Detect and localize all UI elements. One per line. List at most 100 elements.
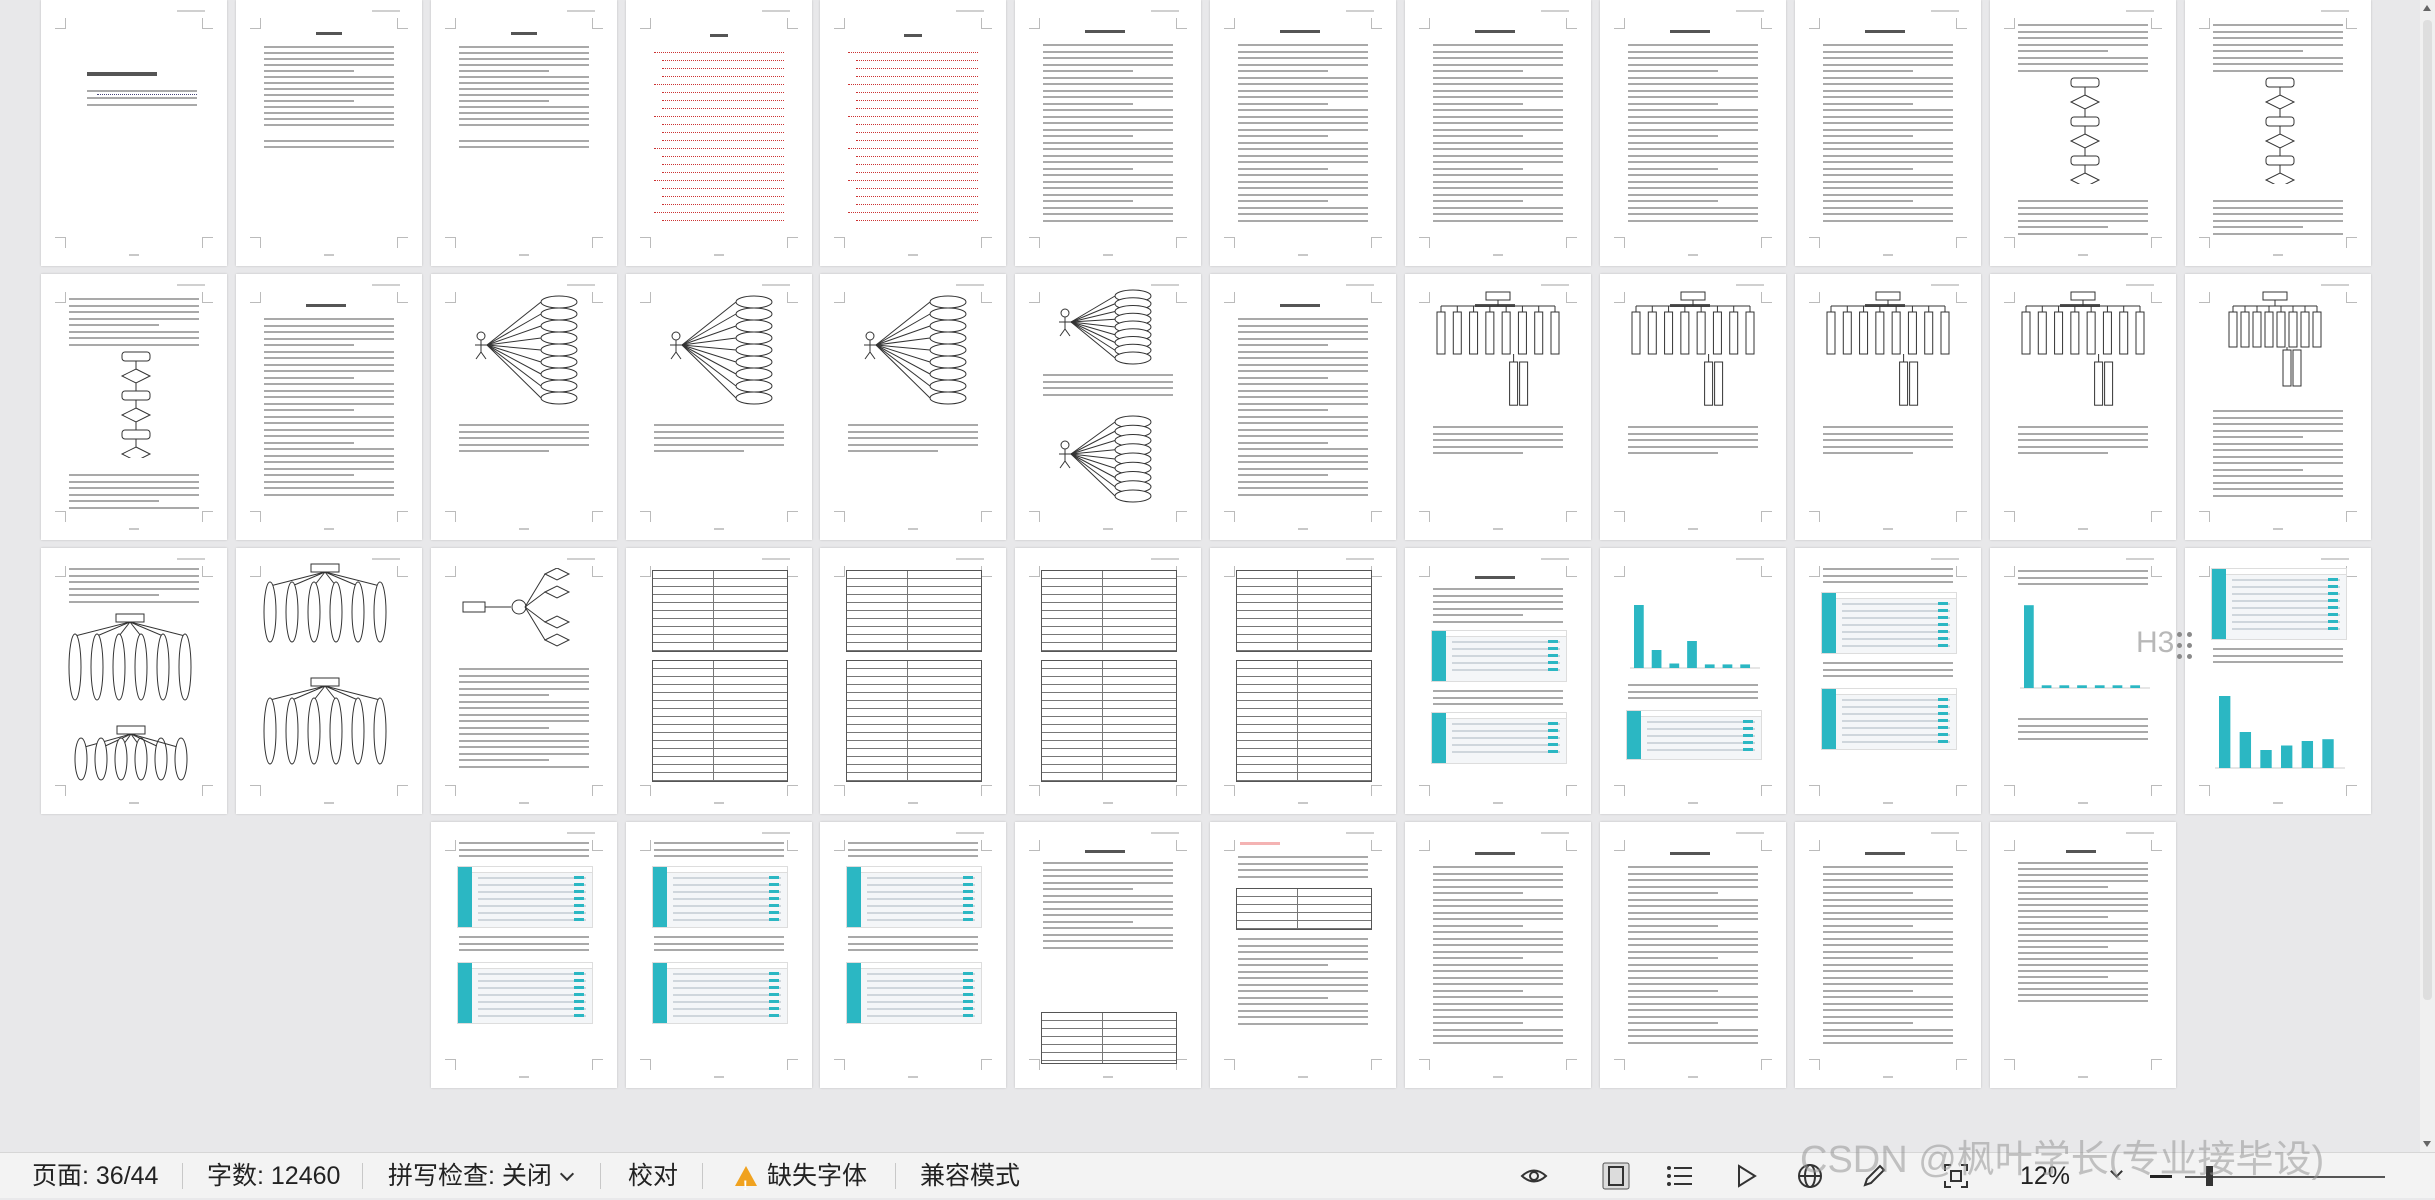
screenshot-button <box>963 904 973 907</box>
text-line <box>1823 574 1953 577</box>
document-page[interactable] <box>431 822 617 1088</box>
eye-icon[interactable] <box>1520 1162 1548 1190</box>
document-page[interactable] <box>1405 274 1591 540</box>
document-page[interactable] <box>236 274 422 540</box>
vertical-scrollbar[interactable] <box>2420 0 2435 1152</box>
document-page[interactable] <box>626 274 812 540</box>
document-page[interactable] <box>1795 822 1981 1088</box>
document-page[interactable] <box>41 0 227 266</box>
document-page[interactable] <box>1990 274 2176 540</box>
crop-mark <box>592 840 603 851</box>
text-line <box>1628 50 1758 53</box>
text-line <box>848 942 978 945</box>
text-line <box>1043 122 1173 124</box>
text-line <box>69 311 199 313</box>
crop-mark <box>1614 785 1625 796</box>
word-count[interactable]: 字数: 12460 <box>207 1161 340 1191</box>
crop-mark <box>1761 292 1772 303</box>
text-line <box>459 707 589 709</box>
document-page[interactable] <box>1990 822 2176 1088</box>
document-page[interactable] <box>41 274 227 540</box>
text-line <box>2018 219 2148 222</box>
text-line <box>1823 996 1953 998</box>
document-page[interactable] <box>1600 822 1786 1088</box>
document-page[interactable] <box>1405 822 1591 1088</box>
text-line <box>459 70 549 72</box>
document-page[interactable] <box>1600 548 1786 814</box>
text-line <box>1238 862 1368 865</box>
document-page[interactable] <box>2185 274 2371 540</box>
outline-icon[interactable] <box>1666 1162 1694 1190</box>
document-page[interactable] <box>431 0 617 266</box>
screenshot-figure <box>2211 568 2347 640</box>
text-line <box>1433 213 1563 215</box>
spellcheck-toggle[interactable]: 拼写检查: 关闭 <box>388 1161 574 1191</box>
page-view-icon[interactable] <box>1602 1162 1630 1190</box>
screenshot-button <box>1938 705 1948 708</box>
document-page[interactable] <box>1405 548 1591 814</box>
document-page[interactable] <box>2185 548 2371 814</box>
document-page[interactable] <box>1795 274 1981 540</box>
page-number <box>1883 1076 1893 1078</box>
document-page[interactable] <box>2185 0 2371 266</box>
text-line <box>1823 983 1953 985</box>
text-line <box>2018 934 2148 936</box>
page-header <box>177 284 205 286</box>
document-page[interactable] <box>1015 822 1201 1088</box>
document-page[interactable] <box>626 0 812 266</box>
page-indicator[interactable]: 页面: 36/44 <box>32 1161 158 1191</box>
document-page[interactable] <box>1015 274 1201 540</box>
document-page[interactable] <box>1600 0 1786 266</box>
scroll-thumb[interactable] <box>2423 20 2432 1000</box>
text-line <box>654 855 784 857</box>
document-page[interactable] <box>431 548 617 814</box>
document-page[interactable] <box>820 548 1006 814</box>
text-line <box>1043 219 1173 222</box>
document-page[interactable] <box>820 274 1006 540</box>
text-line <box>459 765 589 768</box>
screenshot-button <box>769 1007 779 1010</box>
document-page[interactable] <box>626 548 812 814</box>
page-header <box>1736 10 1764 12</box>
scroll-up-icon[interactable] <box>2423 5 2431 11</box>
text-line <box>1043 141 1173 144</box>
document-page[interactable] <box>1990 548 2176 814</box>
document-page[interactable] <box>236 548 422 814</box>
text-line <box>1823 905 1953 907</box>
screenshot-row <box>867 980 975 982</box>
document-page[interactable] <box>41 548 227 814</box>
page-header <box>567 10 595 12</box>
document-page[interactable] <box>236 0 422 266</box>
toc-title <box>904 34 922 37</box>
crop-mark <box>1614 18 1625 29</box>
drag-handle-icon[interactable] <box>2177 632 2193 660</box>
text-line <box>848 437 978 439</box>
text-line <box>1238 448 1368 450</box>
text-line <box>2018 952 2148 954</box>
document-page[interactable] <box>1405 0 1591 266</box>
document-page[interactable] <box>626 822 812 1088</box>
play-icon[interactable] <box>1732 1162 1760 1190</box>
document-page[interactable] <box>1990 0 2176 266</box>
document-page[interactable] <box>1210 822 1396 1088</box>
document-page[interactable] <box>820 0 1006 266</box>
document-page[interactable] <box>431 274 617 540</box>
thumbnail-workspace[interactable] <box>0 0 2420 1152</box>
document-page[interactable] <box>1600 274 1786 540</box>
document-page[interactable] <box>1210 0 1396 266</box>
document-page[interactable] <box>1210 274 1396 540</box>
text-line <box>1628 70 1718 72</box>
document-page[interactable] <box>1210 548 1396 814</box>
document-page[interactable] <box>820 822 1006 1088</box>
document-page[interactable] <box>1015 548 1201 814</box>
proofread-button[interactable]: 校对 <box>628 1161 678 1191</box>
document-page[interactable] <box>1015 0 1201 266</box>
text-line <box>1238 180 1368 183</box>
scroll-down-icon[interactable] <box>2423 1141 2431 1147</box>
document-page[interactable] <box>1795 0 1981 266</box>
crop-mark <box>202 785 213 796</box>
text-line <box>1238 96 1368 98</box>
screenshot-row <box>1842 603 1950 605</box>
missing-font-button[interactable]: 缺失字体 <box>735 1161 867 1200</box>
document-page[interactable] <box>1795 548 1981 814</box>
